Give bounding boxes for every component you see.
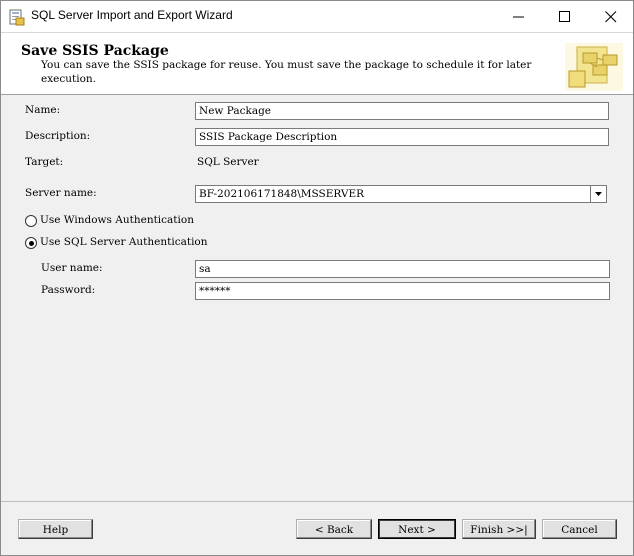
cancel-button[interactable]: Cancel <box>542 519 617 539</box>
sql-auth-label[interactable]: Use SQL Server Authentication <box>40 236 208 248</box>
title-bar[interactable]: SQL Server Import and Export Wizard <box>1 1 633 32</box>
server-name-value: BF-202106171848\MSSERVER <box>199 188 365 200</box>
package-form: Name: New Package Description: SSIS Pack… <box>1 94 633 499</box>
finish-button[interactable]: Finish >>| <box>462 519 536 539</box>
server-name-label: Server name: <box>25 187 97 199</box>
password-label: Password: <box>41 284 96 296</box>
server-dropdown-button[interactable] <box>590 186 606 202</box>
description-field[interactable]: SSIS Package Description <box>195 128 609 146</box>
username-field[interactable]: sa <box>195 260 610 278</box>
page-title: Save SSIS Package <box>21 43 169 59</box>
target-label: Target: <box>25 156 64 168</box>
maximize-button[interactable] <box>542 1 588 32</box>
next-button[interactable]: Next > <box>378 519 456 539</box>
description-label: Description: <box>25 130 91 142</box>
radio-selected-dot <box>28 240 34 246</box>
name-field[interactable]: New Package <box>195 102 609 120</box>
target-value: SQL Server <box>197 156 259 168</box>
back-button[interactable]: < Back <box>296 519 372 539</box>
password-field[interactable]: ****** <box>195 282 610 300</box>
username-label: User name: <box>41 262 103 274</box>
footer-separator <box>1 501 633 502</box>
name-label: Name: <box>25 104 61 116</box>
sql-auth-radio[interactable] <box>25 237 37 249</box>
wizard-window: SQL Server Import and Export Wizard Save… <box>0 0 634 556</box>
windows-auth-label[interactable]: Use Windows Authentication <box>40 214 194 226</box>
chevron-down-icon <box>595 192 602 196</box>
minimize-icon <box>513 16 524 18</box>
close-icon <box>605 11 617 23</box>
windows-auth-radio[interactable] <box>25 215 37 227</box>
server-name-combo[interactable]: BF-202106171848\MSSERVER <box>195 185 607 203</box>
maximize-icon <box>559 11 570 22</box>
window-title: SQL Server Import and Export Wizard <box>31 8 233 22</box>
ssis-package-icon <box>563 41 625 93</box>
page-description: You can save the SSIS package for reuse.… <box>41 59 532 85</box>
wizard-header: Save SSIS Package You can save the SSIS … <box>1 32 633 95</box>
minimize-button[interactable] <box>496 1 542 32</box>
help-button[interactable]: Help <box>18 519 93 539</box>
wizard-app-icon <box>9 8 25 26</box>
close-button[interactable] <box>588 1 633 32</box>
